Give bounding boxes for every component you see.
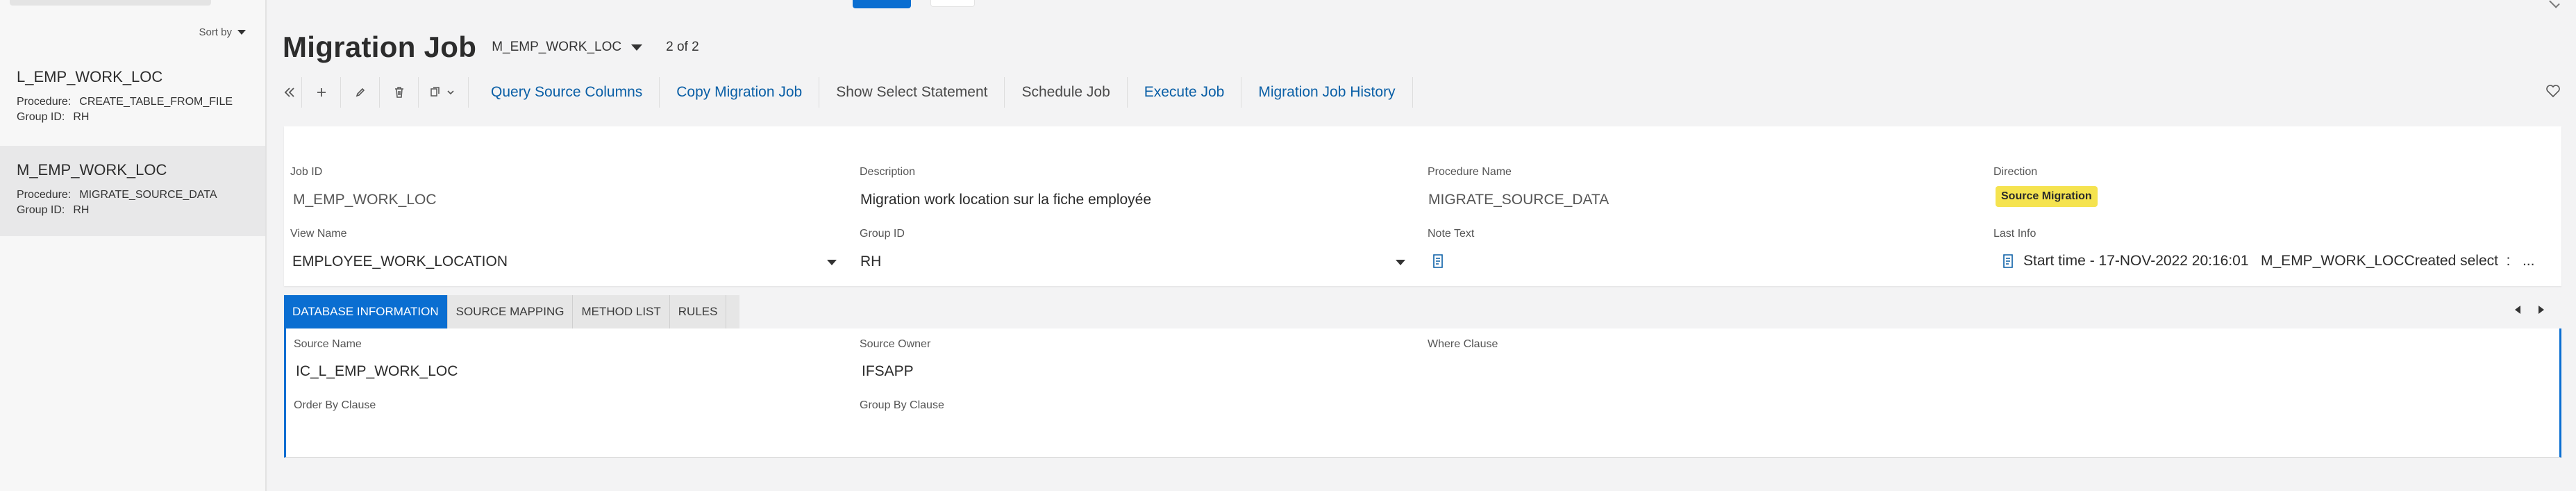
- schedule-job-button[interactable]: Schedule Job: [1005, 77, 1128, 108]
- direction-badge: Source Migration: [1996, 186, 2098, 207]
- chevron-down-icon[interactable]: [2549, 0, 2560, 8]
- tab-rules[interactable]: RULES: [670, 295, 727, 328]
- group-by-clause-label: Group By Clause: [860, 399, 944, 411]
- job-id-label: Job ID: [290, 166, 323, 178]
- page-header: Migration Job M_EMP_WORK_LOC 2 of 2: [283, 31, 699, 64]
- last-info-label: Last Info: [1993, 228, 2036, 240]
- note-text-label: Note Text: [1428, 228, 1475, 240]
- description-label: Description: [860, 166, 916, 178]
- view-name-label: View Name: [290, 228, 347, 240]
- list-item-title: L_EMP_WORK_LOC: [17, 68, 163, 85]
- caret-down-icon: [631, 44, 643, 51]
- view-name-select[interactable]: EMPLOYEE_WORK_LOCATION: [292, 253, 508, 270]
- copy-dropdown-icon[interactable]: [419, 77, 469, 108]
- pencil-icon[interactable]: [341, 77, 380, 108]
- record-count: 2 of 2: [666, 40, 699, 54]
- caret-down-icon[interactable]: [827, 260, 837, 265]
- tab-source-mapping[interactable]: SOURCE MAPPING: [448, 295, 574, 328]
- plus-icon[interactable]: [302, 77, 341, 108]
- triangle-left-icon[interactable]: [2515, 306, 2520, 314]
- trash-icon[interactable]: [380, 77, 419, 108]
- caret-down-icon[interactable]: [1396, 260, 1405, 265]
- sort-by-label: Sort by: [199, 26, 232, 38]
- source-owner-field[interactable]: IFSAPP: [862, 363, 914, 380]
- double-chevron-left-icon[interactable]: [277, 77, 302, 108]
- primary-button-stub[interactable]: [853, 0, 911, 8]
- copy-migration-job-button[interactable]: Copy Migration Job: [660, 77, 820, 108]
- last-info-value: Start time - 17-NOV-2022 20:16:01 M_EMP_…: [2023, 253, 2535, 269]
- triangle-right-icon[interactable]: [2539, 306, 2544, 314]
- group-id-select[interactable]: RH: [860, 253, 881, 270]
- migration-job-history-button[interactable]: Migration Job History: [1241, 77, 1413, 108]
- job-id-value: M_EMP_WORK_LOC: [293, 192, 437, 208]
- tab-scroll-arrows: [2515, 306, 2544, 314]
- query-source-columns-button[interactable]: Query Source Columns: [474, 77, 660, 108]
- search-field-stub[interactable]: [10, 0, 211, 6]
- secondary-button-stub[interactable]: [930, 0, 975, 7]
- database-information-panel: Source Name IC_L_EMP_WORK_LOC Source Own…: [284, 328, 2561, 458]
- record-selector-value: M_EMP_WORK_LOC: [492, 40, 622, 54]
- list-item-procedure: Procedure: MIGRATE_SOURCE_DATA: [17, 189, 217, 201]
- show-select-statement-button[interactable]: Show Select Statement: [819, 77, 1005, 108]
- list-item-title: M_EMP_WORK_LOC: [17, 161, 167, 178]
- command-toolbar: Query Source Columns Copy Migration Job …: [277, 77, 1413, 108]
- procedure-name-label: Procedure Name: [1428, 166, 1512, 178]
- source-name-label: Source Name: [294, 338, 362, 350]
- list-item[interactable]: L_EMP_WORK_LOC Procedure: CREATE_TABLE_FR…: [0, 65, 265, 142]
- order-by-clause-label: Order By Clause: [294, 399, 376, 411]
- list-item-procedure: Procedure: CREATE_TABLE_FROM_FILE: [17, 96, 233, 108]
- description-field[interactable]: Migration work location sur la fiche emp…: [860, 192, 1151, 208]
- where-clause-label: Where Clause: [1428, 338, 1498, 350]
- migration-job-form: Job ID M_EMP_WORK_LOC Description Migrat…: [284, 126, 2561, 286]
- source-owner-label: Source Owner: [860, 338, 931, 350]
- group-id-label: Group ID: [860, 228, 905, 240]
- record-selector[interactable]: M_EMP_WORK_LOC: [492, 40, 643, 55]
- procedure-name-value: MIGRATE_SOURCE_DATA: [1428, 192, 1609, 208]
- sort-by-dropdown[interactable]: Sort by: [199, 26, 246, 38]
- source-name-field[interactable]: IC_L_EMP_WORK_LOC: [296, 363, 458, 380]
- note-document-icon[interactable]: [1432, 254, 1444, 272]
- list-item-selected[interactable]: M_EMP_WORK_LOC Procedure: MIGRATE_SOURCE_…: [0, 146, 265, 236]
- heart-icon[interactable]: [2545, 84, 2561, 101]
- caret-down-icon: [237, 30, 246, 35]
- record-list-panel: Sort by L_EMP_WORK_LOC Procedure: CREATE_…: [0, 0, 267, 491]
- tab-database-information[interactable]: DATABASE INFORMATION: [284, 295, 448, 328]
- last-info-document-icon[interactable]: [2002, 254, 2014, 272]
- list-item-group: Group ID: RH: [17, 111, 90, 123]
- tab-method-list[interactable]: METHOD LIST: [573, 295, 670, 328]
- direction-label: Direction: [1993, 166, 2038, 178]
- execute-job-button[interactable]: Execute Job: [1128, 77, 1242, 108]
- detail-tabs: DATABASE INFORMATION SOURCE MAPPING METH…: [284, 295, 739, 328]
- page-title: Migration Job: [283, 31, 477, 63]
- list-item-group: Group ID: RH: [17, 204, 90, 216]
